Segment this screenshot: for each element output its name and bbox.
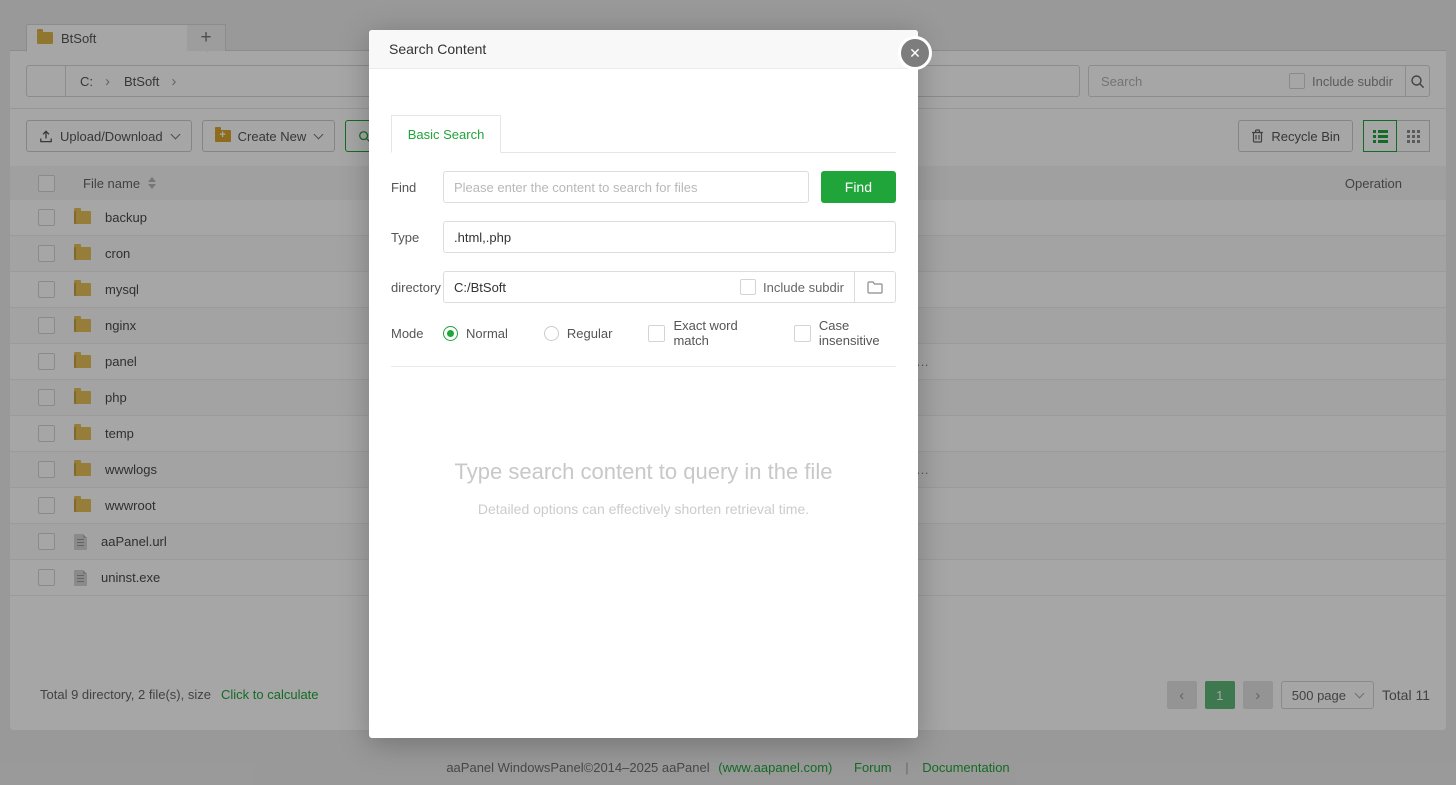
modal-divider [391,366,896,367]
case-insensitive-checkbox[interactable] [794,325,811,342]
modal-tabs: Basic Search [391,115,896,153]
empty-state-subtitle: Detailed options can effectively shorten… [391,501,896,517]
directory-label: directory [391,280,443,295]
exact-word-label: Exact word match [673,318,757,348]
find-input[interactable] [443,171,809,203]
find-row: Find Find [391,171,896,203]
empty-state-title: Type search content to query in the file [391,459,896,485]
modal-close-button[interactable]: ✕ [898,36,932,70]
modal-header: Search Content [369,30,918,69]
find-button[interactable]: Find [821,171,896,203]
dir-include-subdir-label: Include subdir [763,280,844,295]
type-input[interactable] [443,221,896,253]
radio-selected-icon[interactable] [443,326,458,341]
modal-title: Search Content [389,41,486,57]
tab-basic-search[interactable]: Basic Search [391,115,501,153]
case-insensitive-option[interactable]: Case insensitive [794,318,896,348]
mode-normal-option[interactable]: Normal [443,326,508,341]
mode-regular-label: Regular [567,326,613,341]
directory-row: directory Include subdir [391,271,896,303]
modal-body: Basic Search Find Find Type directory In… [369,115,918,517]
mode-regular-option[interactable]: Regular [544,326,613,341]
radio-icon[interactable] [544,326,559,341]
browse-folder-button[interactable] [854,272,895,302]
mode-normal-label: Normal [466,326,508,341]
directory-input[interactable] [444,280,740,295]
file-manager-app: BtSoft ✕ + C: › BtSoft › Include subdir [0,0,1456,785]
mode-row: Mode Normal Regular Exact word match Cas… [391,318,896,348]
find-label: Find [391,180,443,195]
directory-field: Include subdir [443,271,896,303]
folder-outline-icon [867,280,883,294]
mode-label: Mode [391,326,443,341]
exact-word-checkbox[interactable] [648,325,665,342]
exact-word-option[interactable]: Exact word match [648,318,757,348]
dir-include-subdir-checkbox[interactable] [740,279,756,295]
case-insensitive-label: Case insensitive [819,318,896,348]
search-content-modal: ✕ Search Content Basic Search Find Find … [369,30,918,738]
type-row: Type [391,221,896,253]
type-label: Type [391,230,443,245]
